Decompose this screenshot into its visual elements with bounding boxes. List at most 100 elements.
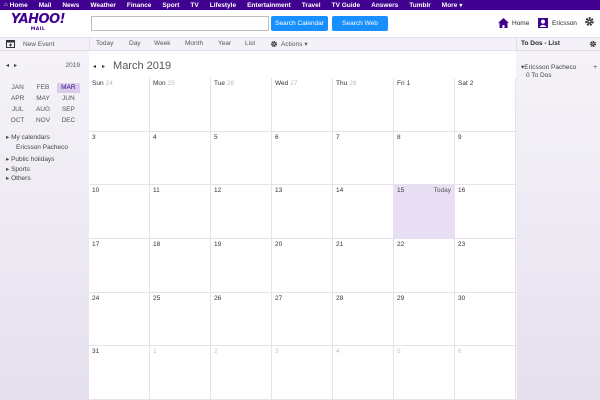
- month-oct[interactable]: OCT: [6, 116, 29, 126]
- day-cell[interactable]: 25: [150, 292, 211, 347]
- nav-more[interactable]: More ▾: [442, 2, 465, 9]
- chevron-left-icon[interactable]: ◂: [6, 62, 9, 69]
- nav-finance[interactable]: Finance: [127, 2, 152, 9]
- actions-menu[interactable]: Actions ▾: [270, 40, 308, 48]
- day-cell[interactable]: 9: [455, 131, 516, 186]
- month-dec[interactable]: DEC: [57, 116, 80, 126]
- day-cell[interactable]: 21: [333, 239, 394, 293]
- home-link[interactable]: Home: [498, 18, 529, 28]
- date-number: 3: [275, 348, 279, 356]
- todo-list-owner[interactable]: ▾Ericsson Pacheco 0 To Dos +: [521, 64, 597, 80]
- day-cell[interactable]: Sun 24: [89, 78, 150, 132]
- nav-news[interactable]: News: [62, 2, 79, 9]
- sports-toggle[interactable]: ▸ Sports: [6, 165, 68, 175]
- day-cell[interactable]: 18: [150, 239, 211, 293]
- nav-lifestyle[interactable]: Lifestyle: [210, 2, 236, 9]
- day-cell[interactable]: 28: [333, 292, 394, 347]
- day-cell[interactable]: 23: [455, 239, 516, 293]
- day-cell[interactable]: Mon 25: [150, 78, 211, 132]
- yahoo-mail-logo[interactable]: YAHOO! MAIL: [7, 13, 69, 32]
- nav-tv[interactable]: TV: [190, 2, 198, 9]
- day-cell[interactable]: Sat 2: [455, 78, 516, 132]
- day-cell[interactable]: 1: [150, 346, 211, 400]
- month-jan[interactable]: JAN: [6, 83, 29, 93]
- view-today[interactable]: Today: [96, 40, 113, 47]
- month-nov[interactable]: NOV: [31, 116, 54, 126]
- day-cell[interactable]: 6: [455, 346, 516, 400]
- day-cell[interactable]: 13: [272, 185, 333, 239]
- day-cell[interactable]: 10: [89, 185, 150, 239]
- new-event-button[interactable]: New Event: [6, 40, 54, 48]
- search-calendar-button[interactable]: Search Calendar: [271, 16, 328, 31]
- date-number: 15: [397, 187, 405, 195]
- view-list[interactable]: List: [245, 40, 255, 47]
- day-cell[interactable]: 11: [150, 185, 211, 239]
- day-cell[interactable]: 3: [272, 346, 333, 400]
- search-input[interactable]: [91, 16, 269, 31]
- public-holidays-toggle[interactable]: ▸ Public holidays: [6, 155, 68, 165]
- day-cell[interactable]: Fri 1: [394, 78, 455, 132]
- nav-tumblr[interactable]: Tumblr: [409, 2, 431, 9]
- view-week[interactable]: Week: [154, 40, 171, 47]
- day-cell[interactable]: Wed 27: [272, 78, 333, 132]
- chevron-right-icon[interactable]: ▸: [102, 63, 105, 70]
- day-cell[interactable]: 6: [272, 131, 333, 186]
- top-navigation: ⌂ Home Mail News Weather Finance Sport TV…: [0, 0, 600, 10]
- nav-travel[interactable]: Travel: [302, 2, 321, 9]
- day-cell[interactable]: 15 Today: [394, 185, 455, 239]
- search-web-button[interactable]: Search Web: [332, 16, 388, 31]
- chevron-left-icon[interactable]: ◂: [93, 63, 96, 70]
- day-cell[interactable]: 2: [211, 346, 272, 400]
- day-cell[interactable]: 29: [394, 292, 455, 347]
- date-number: 23: [458, 241, 466, 248]
- user-icon: [538, 18, 548, 28]
- todo-settings-button[interactable]: [589, 40, 597, 48]
- day-cell[interactable]: 8: [394, 131, 455, 186]
- settings-button[interactable]: [584, 16, 595, 27]
- day-cell[interactable]: 4: [150, 131, 211, 186]
- day-cell[interactable]: 26: [211, 292, 272, 347]
- month-jul[interactable]: JUL: [6, 105, 29, 115]
- day-cell[interactable]: 4: [333, 346, 394, 400]
- day-cell[interactable]: 5: [394, 346, 455, 400]
- day-cell[interactable]: 17: [89, 239, 150, 293]
- others-toggle[interactable]: ▸ Others: [6, 174, 68, 184]
- nav-entertainment[interactable]: Entertainment: [247, 2, 291, 9]
- day-cell[interactable]: 3: [89, 131, 150, 186]
- month-sep[interactable]: SEP: [57, 105, 80, 115]
- month-may[interactable]: MAY: [31, 94, 54, 104]
- month-mar[interactable]: MAR: [56, 83, 80, 93]
- chevron-right-icon[interactable]: ▸: [14, 62, 17, 69]
- month-jun[interactable]: JUN: [57, 94, 80, 104]
- nav-answers[interactable]: Answers: [371, 2, 398, 9]
- day-cell[interactable]: 16: [455, 185, 516, 239]
- month-apr[interactable]: APR: [6, 94, 29, 104]
- view-month[interactable]: Month: [185, 40, 203, 47]
- day-cell[interactable]: Thu 28: [333, 78, 394, 132]
- nav-weather[interactable]: Weather: [90, 2, 116, 9]
- day-cell[interactable]: 14: [333, 185, 394, 239]
- nav-sport[interactable]: Sport: [162, 2, 179, 9]
- add-todo-icon[interactable]: +: [593, 64, 597, 72]
- day-cell[interactable]: 31: [89, 346, 150, 400]
- nav-home[interactable]: ⌂ Home: [4, 2, 28, 9]
- day-cell[interactable]: 5: [211, 131, 272, 186]
- my-calendars-toggle[interactable]: ▸ My calendars: [6, 133, 68, 143]
- day-cell[interactable]: Tue 26: [211, 78, 272, 132]
- nav-mail[interactable]: Mail: [39, 2, 52, 9]
- nav-tv-guide[interactable]: TV Guide: [332, 2, 361, 9]
- month-feb[interactable]: FEB: [31, 83, 54, 93]
- day-cell[interactable]: 27: [272, 292, 333, 347]
- day-cell[interactable]: 22: [394, 239, 455, 293]
- user-menu[interactable]: Ericsson: [538, 18, 577, 28]
- calendar-item-owner[interactable]: Ericsson Pacheco: [6, 143, 68, 153]
- day-cell[interactable]: 20: [272, 239, 333, 293]
- day-cell[interactable]: 24: [89, 292, 150, 347]
- month-aug[interactable]: AUG: [31, 105, 54, 115]
- day-cell[interactable]: 12: [211, 185, 272, 239]
- day-cell[interactable]: 30: [455, 292, 516, 347]
- day-cell[interactable]: 7: [333, 131, 394, 186]
- view-day[interactable]: Day: [129, 40, 141, 47]
- day-cell[interactable]: 19: [211, 239, 272, 293]
- view-year[interactable]: Year: [218, 40, 231, 47]
